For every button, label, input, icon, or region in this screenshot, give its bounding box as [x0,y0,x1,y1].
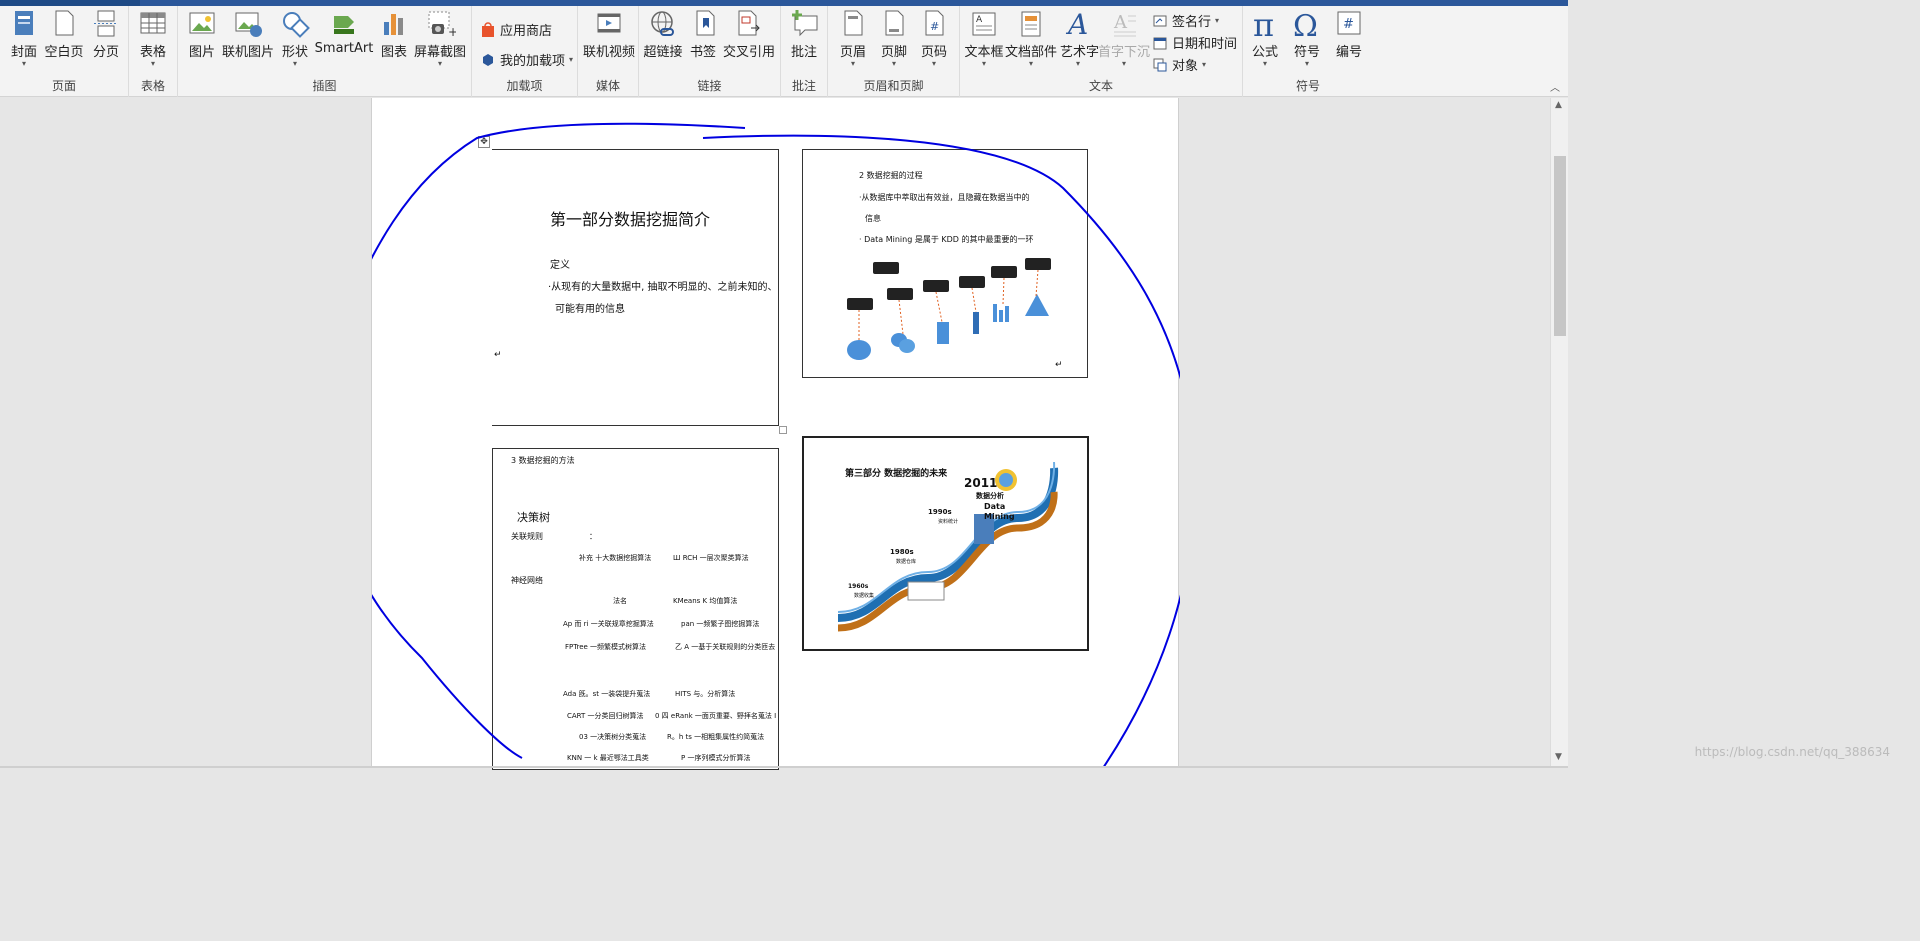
svg-text:#: # [930,20,939,33]
drop-cap-button[interactable]: A 首字下沉 ▾ [1098,8,1150,68]
bookmark-button[interactable]: 书签 [689,8,717,60]
page-break-icon [90,8,122,40]
signature-icon [1152,13,1168,29]
scroll-up-icon[interactable]: ▲ [1555,100,1562,110]
page-number-icon: # [919,8,951,40]
store-button[interactable]: 应用商店 [480,20,552,39]
signature-line-button[interactable]: 签名行 ▾ [1152,11,1219,30]
pi-icon: π [1249,6,1281,44]
header-icon [838,8,870,40]
cross-reference-button[interactable]: 交叉引用 [723,8,775,60]
blank-page-button[interactable]: 空白页 [44,8,84,60]
comment-button[interactable]: 批注 [789,8,819,60]
table-icon [137,8,169,40]
vertical-scrollbar[interactable]: ▲ ▼ [1550,98,1568,768]
svg-text:A: A [1113,12,1128,33]
chart-button[interactable]: 图表 [378,8,410,60]
svg-text:A: A [976,15,983,25]
group-label-header-footer: 页眉和页脚 [863,79,924,93]
group-tables: 表格 ▾ 表格 [129,6,178,97]
svg-text:Ω: Ω [1293,9,1318,40]
svg-text:#: # [1343,17,1354,32]
my-addins-button[interactable]: 我的加载项 ▾ [480,50,573,69]
chart-icon [378,8,410,40]
object-icon [1152,57,1168,73]
addins-icon [480,52,496,68]
hyperlink-button[interactable]: 超链接 [643,8,683,60]
horizontal-scrollbar[interactable] [0,766,1568,768]
table-button[interactable]: 表格 ▾ [137,8,169,68]
document-workspace: ✥ 第一部分数据挖掘简介 定义 ·从现有的大量数据中, 抽取不明显的、之前未知的… [0,98,1550,770]
date-time-button[interactable]: 日期和时间 [1152,33,1237,52]
page-number-button[interactable]: # 页码 ▾ [919,8,949,68]
group-label-tables: 表格 [140,79,165,93]
drop-cap-icon: A [1108,8,1140,40]
group-pages: 封面 ▾ 空白页 分页 页面 [0,6,129,97]
svg-text:+: + [448,25,456,39]
ribbon-insert: 封面 ▾ 空白页 分页 页面 表格 ▾ 表格 图片 联机图片 形状 ▾ Smar… [0,6,1568,97]
calendar-icon [1152,35,1168,51]
hyperlink-icon [647,8,679,40]
group-label-illustrations: 插图 [312,79,337,93]
picture-icon [186,8,218,40]
text-box-button[interactable]: A 文本框 ▾ [964,8,1004,68]
group-symbols: π 公式 ▾ Ω 符号 ▾ # 编号 符号 [1243,6,1373,97]
group-media: 联机视频 媒体 [578,6,639,97]
screenshot-icon: + [424,8,458,40]
scroll-down-icon[interactable]: ▼ [1555,752,1562,762]
video-icon [593,8,625,40]
store-icon [480,21,496,38]
object-button[interactable]: 对象 ▾ [1152,55,1206,74]
online-video-button[interactable]: 联机视频 [583,8,635,60]
group-label-comments: 批注 [791,79,816,93]
cross-reference-icon [733,8,765,40]
group-label-text: 文本 [1088,79,1113,93]
omega-icon: Ω [1291,8,1323,44]
scroll-thumb[interactable] [1554,156,1566,336]
group-text: A 文本框 ▾ 文档部件 ▾ A 艺术字 ▾ A 首字下沉 ▾ 签名行 ▾ 日期和时间 对… [960,6,1243,97]
group-links: 超链接 书签 交叉引用 链接 [639,6,781,97]
comment-icon [789,8,821,40]
screenshot-button[interactable]: + 屏幕截图 ▾ [414,8,466,68]
footer-icon [879,8,911,40]
group-label-addins: 加载项 [506,79,543,93]
numbering-button[interactable]: # 编号 [1333,8,1365,60]
shapes-button[interactable]: 形状 ▾ [280,8,310,68]
smartart-button[interactable]: SmartArt [314,8,374,56]
group-label-symbols: 符号 [1295,79,1320,93]
group-illustrations: 图片 联机图片 形状 ▾ SmartArt 图表 + 屏幕截图 ▾ 插图 [178,6,472,97]
group-label-pages: 页面 [51,79,76,93]
wordart-button[interactable]: A 艺术字 ▾ [1060,8,1099,68]
svg-text:π: π [1253,8,1274,40]
equation-button[interactable]: π 公式 ▾ [1249,6,1281,68]
numbering-icon: # [1333,8,1365,40]
page-break-button[interactable]: 分页 [90,8,122,60]
quick-parts-icon [1015,8,1047,40]
collapse-ribbon-button[interactable]: ︿ [1550,79,1560,94]
group-label-media: 媒体 [595,79,620,93]
shapes-icon [280,8,312,40]
group-label-links: 链接 [697,79,722,93]
document-page[interactable]: ✥ 第一部分数据挖掘简介 定义 ·从现有的大量数据中, 抽取不明显的、之前未知的… [371,98,1180,770]
quick-parts-button[interactable]: 文档部件 ▾ [1005,8,1057,68]
bookmark-icon [689,8,721,40]
wordart-icon: A [1062,8,1094,41]
text-box-icon: A [968,8,1000,40]
footer-button[interactable]: 页脚 ▾ [879,8,909,68]
symbol-button[interactable]: Ω 符号 ▾ [1291,8,1323,68]
cover-button[interactable]: 封面 ▾ [6,8,42,68]
online-picture-button[interactable]: 联机图片 [222,8,274,60]
watermark-text: https://blog.csdn.net/qq_388634 [1694,745,1890,759]
group-header-footer: 页眉 ▾ 页脚 ▾ # 页码 ▾ 页眉和页脚 [828,6,960,97]
picture-button[interactable]: 图片 [186,8,218,60]
header-button[interactable]: 页眉 ▾ [838,8,868,68]
cover-icon [8,8,40,40]
smartart-icon [328,8,360,40]
group-comments: 批注 批注 [781,6,828,97]
online-picture-icon [232,8,264,40]
group-addins: 应用商店 我的加载项 ▾ 加载项 [472,6,578,97]
ink-annotation [372,122,1180,768]
svg-text:A: A [1065,8,1088,40]
blank-page-icon [48,8,80,40]
